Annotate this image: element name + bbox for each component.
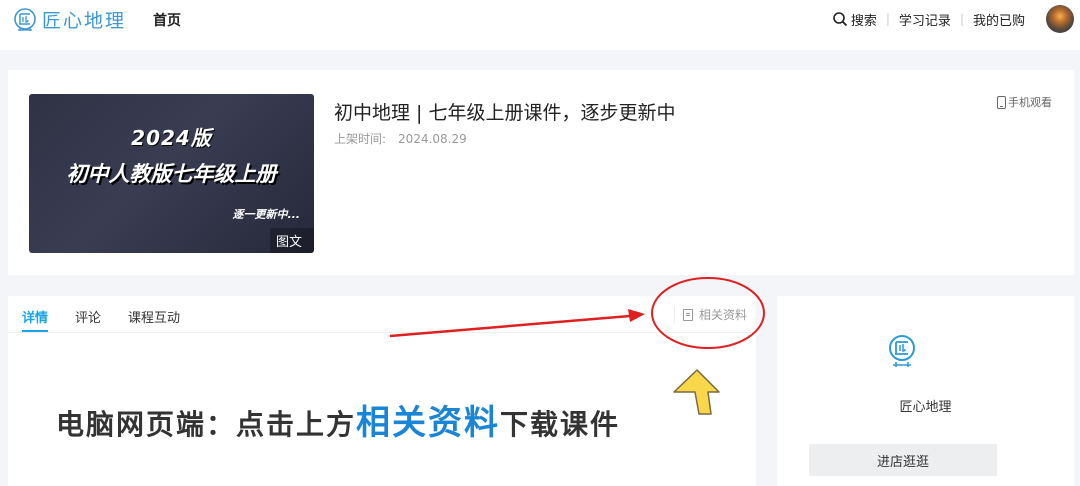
document-icon bbox=[683, 308, 693, 321]
shop-panel: 匠心地理 进店逛逛 bbox=[777, 296, 1074, 486]
top-right-nav: 搜索 | 学习记录 | 我的已购 bbox=[832, 4, 1080, 34]
related-materials-button[interactable]: 相关资料 bbox=[674, 306, 747, 323]
brand-logo[interactable]: 匠心地理 bbox=[12, 6, 126, 33]
course-card: 2024版 初中人教版七年级上册 逐一更新中... 图文 初中地理 | 七年级上… bbox=[8, 70, 1074, 275]
search-button[interactable]: 搜索 bbox=[832, 10, 877, 29]
top-bar: 匠心地理 首页 搜索 | 学习记录 | 我的已购 bbox=[0, 0, 1080, 50]
shop-logo-icon bbox=[889, 335, 915, 367]
publish-date: 上架时间: 2024.08.29 bbox=[334, 130, 467, 147]
active-tab-indicator bbox=[22, 330, 48, 332]
download-hint-banner: 电脑网页端：点击上方相关资料下载课件 bbox=[56, 395, 620, 444]
my-purchases-link[interactable]: 我的已购 bbox=[973, 10, 1025, 29]
tab-comments[interactable]: 评论 bbox=[75, 307, 101, 326]
cover-year: 2024版 bbox=[131, 126, 212, 150]
tab-interaction[interactable]: 课程互动 bbox=[128, 307, 180, 326]
study-record-link[interactable]: 学习记录 bbox=[899, 10, 951, 29]
cover-title: 初中人教版七年级上册 bbox=[66, 162, 277, 186]
cover-subtitle: 逐一更新中... bbox=[232, 208, 300, 221]
logo-icon bbox=[14, 7, 36, 31]
detail-tabs: 详情 评论 课程互动 相关资料 bbox=[8, 296, 756, 333]
publish-date-label: 上架时间: bbox=[334, 132, 387, 146]
divider: | bbox=[885, 12, 890, 26]
enter-shop-button[interactable]: 进店逛逛 bbox=[809, 444, 997, 476]
content-type-badge: 图文 bbox=[269, 228, 314, 253]
banner-suffix: 下载课件 bbox=[500, 408, 621, 441]
divider: | bbox=[959, 12, 964, 26]
brand-name: 匠心地理 bbox=[42, 10, 127, 32]
mobile-watch-label: 手机观看 bbox=[1008, 96, 1052, 109]
course-title: 初中地理 | 七年级上册课件，逐步更新中 bbox=[334, 102, 676, 124]
avatar[interactable] bbox=[1046, 5, 1074, 33]
search-label: 搜索 bbox=[850, 13, 877, 29]
banner-highlight: 相关资料 bbox=[356, 403, 501, 443]
detail-panel: 详情 评论 课程互动 相关资料 电脑网页端：点击上方相关资料下载课件 bbox=[8, 296, 756, 486]
course-cover[interactable]: 2024版 初中人教版七年级上册 逐一更新中... 图文 bbox=[29, 94, 314, 253]
tab-details[interactable]: 详情 bbox=[22, 307, 48, 326]
search-icon bbox=[833, 12, 847, 27]
mobile-watch-button[interactable]: 手机观看 bbox=[997, 94, 1052, 110]
publish-date-value: 2024.08.29 bbox=[398, 132, 467, 146]
related-materials-label: 相关资料 bbox=[699, 308, 748, 322]
nav-home-link[interactable]: 首页 bbox=[153, 10, 181, 30]
phone-icon bbox=[997, 95, 1006, 109]
banner-prefix: 电脑网页端：点击上方 bbox=[56, 408, 357, 441]
shop-name: 匠心地理 bbox=[899, 400, 952, 415]
